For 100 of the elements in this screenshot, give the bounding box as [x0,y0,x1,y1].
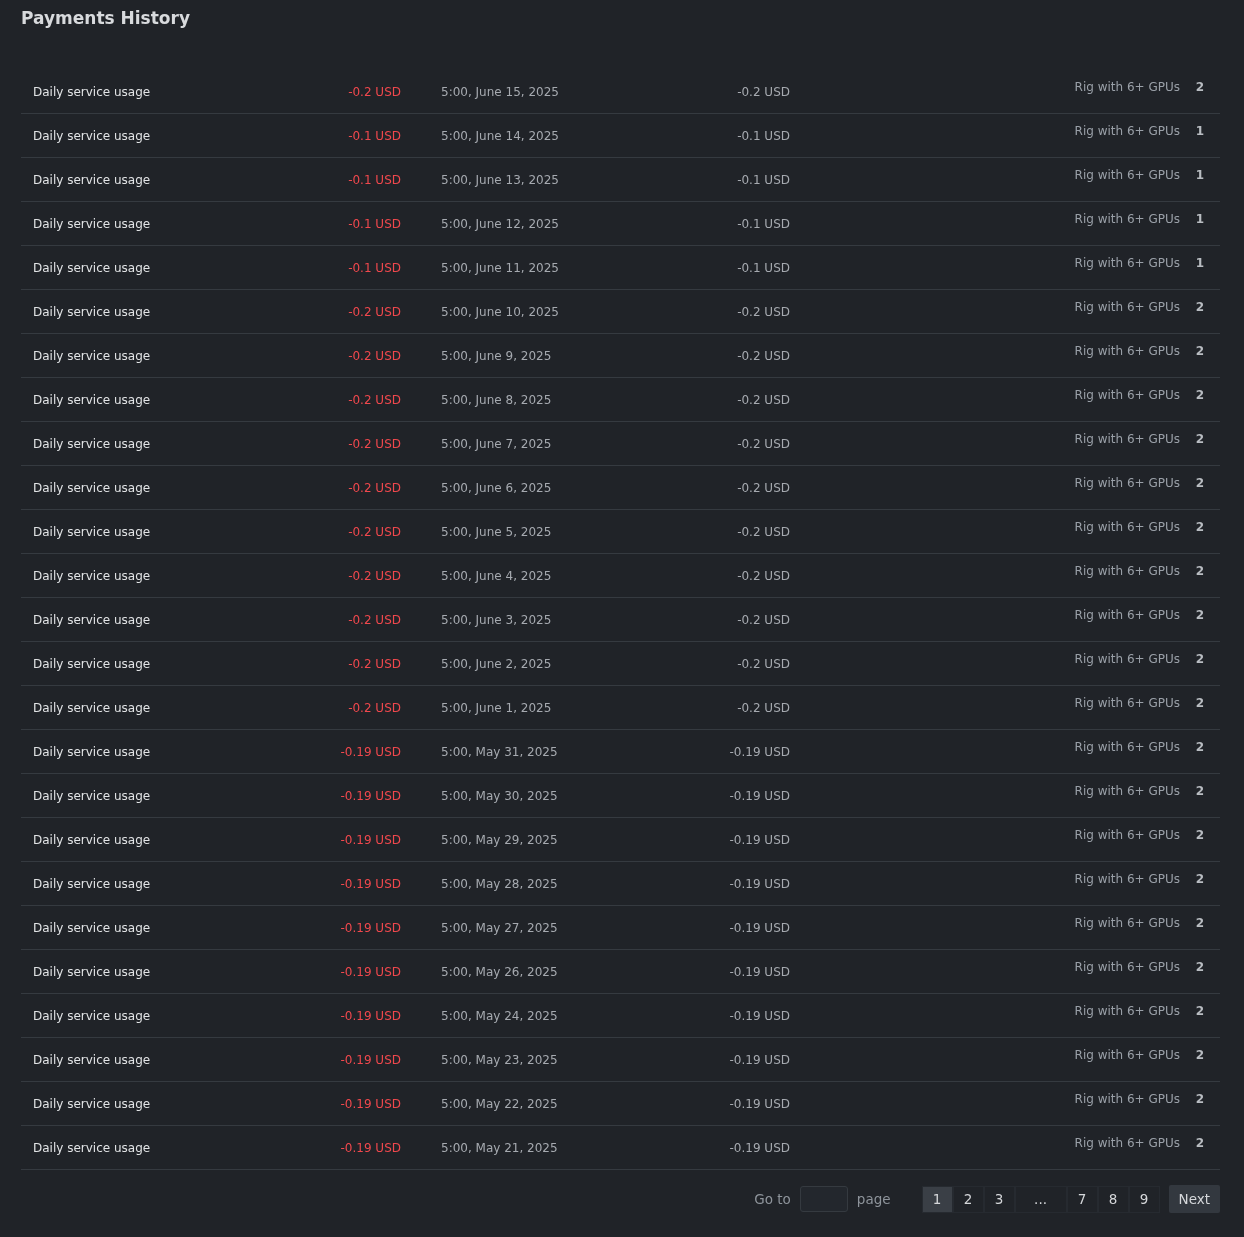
rig-type-cell: Rig with 6+ GPUs [1074,564,1180,578]
description-cell-text: Daily service usage [32,1008,152,1023]
rig-type-cell: Rig with 6+ GPUs [1074,344,1180,358]
rig-type-cell: Rig with 6+ GPUs [1074,1092,1180,1106]
count-cell-text: 2 [1194,828,1206,842]
balance-cell-text: -0.1 USD [736,172,790,187]
next-button[interactable]: Next [1168,1185,1220,1213]
description-cell-text: Daily service usage [32,744,152,759]
rig-type-cell: Rig with 6+ GPUs [1074,1004,1180,1018]
date-cell-text: 5:00, May 28, 2025 [441,876,559,891]
balance-cell-text: -0.2 USD [736,84,790,99]
page-button[interactable]: ... [1014,1185,1067,1213]
page-button[interactable]: 1 [921,1185,953,1213]
amount-cell-text: -0.2 USD [347,524,401,539]
date-cell-text: 5:00, May 23, 2025 [441,1052,559,1067]
rig-type-cell: Rig with 6+ GPUs [1074,608,1180,622]
amount-cell-text: -0.2 USD [347,84,401,99]
date-cell-text: 5:00, May 31, 2025 [441,744,559,759]
description-cell-text: Daily service usage [32,1140,152,1155]
description-cell-text: Daily service usage [32,524,152,539]
count-cell-text: 2 [1194,1136,1206,1150]
description-cell-text: Daily service usage [32,568,152,583]
page-button[interactable]: 2 [952,1185,984,1213]
count-cell-text: 2 [1194,784,1206,798]
amount-cell-text: -0.19 USD [339,1096,401,1111]
balance-cell-text: -0.1 USD [736,128,790,143]
count-cell-text: 2 [1194,300,1206,314]
amount-cell-text: -0.19 USD [339,1140,401,1155]
date-cell-text: 5:00, June 1, 2025 [441,700,553,715]
balance-cell-text: -0.19 USD [728,920,790,935]
page-input-field[interactable] [799,1186,848,1212]
balance-cell-text: -0.1 USD [736,260,790,275]
description-cell-text: Daily service usage [32,964,152,979]
rig-type-cell: Rig with 6+ GPUs [1074,168,1180,182]
description-cell-text: Daily service usage [32,480,152,495]
description-cell-text: Daily service usage [32,436,152,451]
date-cell-text: 5:00, May 26, 2025 [441,964,559,979]
balance-cell-text: -0.2 USD [736,568,790,583]
rig-type-cell: Rig with 6+ GPUs [1074,828,1180,842]
amount-cell-text: -0.1 USD [347,260,401,275]
description-cell-text: Daily service usage [32,304,152,319]
date-cell-text: 5:00, June 12, 2025 [441,216,560,231]
rig-type-cell: Rig with 6+ GPUs [1074,256,1180,270]
count-cell-text: 2 [1194,1048,1206,1062]
count-cell-text: 2 [1194,696,1206,710]
amount-cell-text: -0.19 USD [339,1008,401,1023]
count-cell-text: 2 [1194,432,1206,446]
page-button[interactable]: 9 [1128,1185,1160,1213]
balance-cell-text: -0.2 USD [736,392,790,407]
count-cell-text: 2 [1194,80,1206,94]
count-cell-text: 2 [1194,388,1206,402]
description-cell-text: Daily service usage [32,216,152,231]
balance-cell-text: -0.19 USD [728,876,790,891]
amount-cell-text: -0.2 USD [347,304,401,319]
page-button[interactable]: 3 [983,1185,1015,1213]
balance-cell-text: -0.2 USD [736,700,790,715]
rig-type-cell: Rig with 6+ GPUs [1074,872,1180,886]
amount-cell-text: -0.2 USD [347,480,401,495]
rig-type-cell: Rig with 6+ GPUs [1074,1136,1180,1150]
rig-type-cell: Rig with 6+ GPUs [1074,212,1180,226]
rig-type-cell: Rig with 6+ GPUs [1074,960,1180,974]
date-cell-text: 5:00, June 14, 2025 [441,128,560,143]
date-cell-text: 5:00, June 6, 2025 [441,480,553,495]
count-cell-text: 2 [1194,1092,1206,1106]
balance-cell-text: -0.2 USD [736,436,790,451]
count-cell-text: 1 [1194,168,1206,182]
description-cell-text: Daily service usage [32,128,152,143]
count-cell-text: 1 [1194,256,1206,270]
date-cell-text: 5:00, June 8, 2025 [441,392,553,407]
page-button[interactable]: 7 [1066,1185,1098,1213]
rig-type-cell: Rig with 6+ GPUs [1074,916,1180,930]
description-cell-text: Daily service usage [32,260,152,275]
description-cell-text: Daily service usage [32,172,152,187]
amount-cell-text: -0.19 USD [339,788,401,803]
balance-cell-text: -0.1 USD [736,216,790,231]
page-button[interactable]: 8 [1097,1185,1129,1213]
rig-type-cell: Rig with 6+ GPUs [1074,1048,1180,1062]
balance-cell-text: -0.2 USD [736,612,790,627]
balance-cell-text: -0.2 USD [736,304,790,319]
balance-cell-text: -0.19 USD [728,964,790,979]
rig-type-cell: Rig with 6+ GPUs [1074,80,1180,94]
amount-cell-text: -0.19 USD [339,1052,401,1067]
date-cell-text: 5:00, June 15, 2025 [441,84,560,99]
rig-type-cell: Rig with 6+ GPUs [1074,476,1180,490]
count-cell-text: 2 [1194,652,1206,666]
rig-type-cell: Rig with 6+ GPUs [1074,388,1180,402]
balance-cell-text: -0.19 USD [728,744,790,759]
page-label: page [856,1191,891,1207]
amount-cell-text: -0.2 USD [347,436,401,451]
date-cell-text: 5:00, June 7, 2025 [441,436,553,451]
count-cell-text: 2 [1194,344,1206,358]
description-cell-text: Daily service usage [32,1052,152,1067]
description-cell-text: Daily service usage [32,788,152,803]
date-cell-text: 5:00, June 9, 2025 [441,348,553,363]
amount-cell-text: -0.19 USD [339,876,401,891]
goto-label: Go to [754,1191,791,1207]
count-cell-text: 2 [1194,960,1206,974]
count-cell-text: 2 [1194,520,1206,534]
amount-cell-text: -0.19 USD [339,744,401,759]
date-cell-text: 5:00, May 21, 2025 [441,1140,559,1155]
